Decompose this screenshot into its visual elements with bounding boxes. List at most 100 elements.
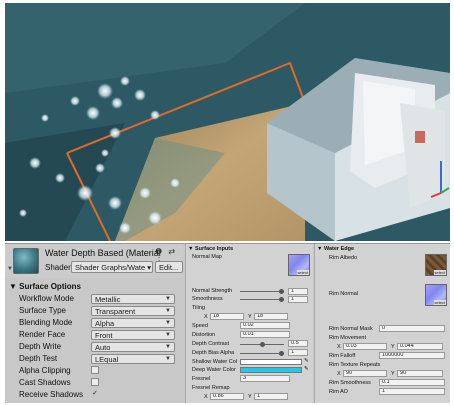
fresnel-remap-y-field[interactable]: 1 — [254, 393, 288, 400]
surface-options-title: Surface Options — [19, 282, 81, 291]
rim-ao-field[interactable]: 1 — [379, 388, 445, 395]
material-thumbnail — [13, 248, 39, 274]
speed-label: Speed — [192, 323, 208, 329]
eyedropper-icon[interactable]: ✎ — [304, 366, 309, 372]
foldout-arrow-icon: ▼ — [9, 282, 20, 291]
rim-texture-repeats-y-field[interactable]: 90 — [397, 370, 443, 377]
workflow-mode-dropdown[interactable]: Metallic ▼ — [91, 294, 175, 304]
checkmark-icon: ✓ — [92, 390, 98, 397]
surface-type-value: Transparent — [95, 307, 136, 316]
rim-movement-y-label: Y — [391, 344, 395, 350]
depth-bias-alpha-field[interactable]: 1 — [288, 349, 308, 356]
render-face-value: Front — [95, 331, 113, 340]
scene-view[interactable] — [5, 3, 450, 241]
tiling-y-field[interactable]: 18 — [254, 313, 288, 320]
rim-normal-slot[interactable]: select — [425, 284, 447, 306]
deep-color-swatch[interactable] — [240, 367, 302, 373]
rim-movement-x-label: X — [337, 344, 341, 350]
depth-test-label: Depth Test — [19, 354, 58, 363]
scene-render — [5, 3, 450, 241]
chevron-down-icon: ▼ — [165, 344, 171, 350]
chevron-down-icon: ▼ — [165, 308, 171, 314]
rim-movement-label: Rim Movement — [329, 335, 366, 341]
rim-falloff-field[interactable]: 1000000 — [379, 352, 445, 359]
tiling-x-field[interactable]: 18 — [210, 313, 244, 320]
surface-inputs-panel: ▼ Surface Inputs Normal Map select Norma… — [185, 244, 313, 403]
workflow-mode-label: Workflow Mode — [19, 294, 74, 303]
chevron-down-icon: ▼ — [165, 296, 171, 302]
select-badge[interactable]: select — [433, 270, 446, 275]
cast-shadows-label: Cast Shadows — [19, 378, 71, 387]
fresnel-remap-x-field[interactable]: 0.86 — [210, 393, 244, 400]
blending-mode-label: Blending Mode — [19, 318, 73, 327]
depth-write-dropdown[interactable]: Auto ▼ — [91, 342, 175, 352]
cast-shadows-checkbox[interactable] — [91, 378, 99, 386]
chevron-down-icon: ▼ — [165, 320, 171, 326]
shader-dropdown[interactable]: Shader Graphs/Wate ▾ — [71, 261, 153, 273]
depth-contrast-label: Depth Contrast — [192, 341, 229, 347]
depth-test-value: LEqual — [95, 355, 119, 364]
smoothness-field[interactable]: 1 — [288, 296, 308, 303]
depth-write-value: Auto — [95, 343, 111, 352]
rim-texture-repeats-x-label: X — [337, 371, 341, 377]
chevron-down-icon: ▼ — [165, 356, 171, 362]
depth-contrast-handle[interactable] — [259, 342, 265, 347]
rim-texture-repeats-x-field[interactable]: 90 — [343, 370, 387, 377]
blending-mode-dropdown[interactable]: Alpha ▼ — [91, 318, 175, 328]
alpha-clipping-label: Alpha Clipping — [19, 366, 71, 375]
water-edge-foldout[interactable]: ▼ Water Edge — [317, 246, 354, 252]
normal-strength-slider[interactable] — [240, 291, 284, 292]
rim-movement-x-field[interactable]: 0.03 — [343, 343, 387, 350]
collapse-triangle-icon[interactable]: ▼ — [7, 266, 13, 272]
alpha-clipping-checkbox[interactable] — [91, 366, 99, 374]
distortion-label: Distortion — [192, 332, 216, 338]
smoothness-handle[interactable] — [279, 297, 285, 302]
normal-strength-handle[interactable] — [279, 289, 285, 294]
normal-map-slot[interactable]: select — [288, 254, 310, 276]
eyedropper-icon[interactable]: ✎ — [304, 358, 309, 364]
normal-strength-field[interactable]: 1 — [288, 288, 308, 295]
surface-inputs-foldout[interactable]: ▼ Surface Inputs — [188, 246, 233, 252]
select-badge[interactable]: select — [433, 300, 446, 305]
depth-test-dropdown[interactable]: LEqual ▼ — [91, 354, 175, 364]
tiling-y-label: Y — [248, 314, 252, 320]
select-badge[interactable]: select — [296, 270, 309, 275]
rim-smoothness-field[interactable]: 0.1 — [379, 379, 445, 386]
rim-normal-mask-field[interactable]: 0 — [379, 325, 445, 332]
render-face-dropdown[interactable]: Front ▼ — [91, 330, 175, 340]
fresnel-label: Fresnel — [192, 376, 211, 382]
receive-shadows-checkbox[interactable]: ✓ — [91, 390, 99, 398]
tiling-label: Tiling — [192, 305, 205, 311]
surface-inputs-title: Surface Inputs — [194, 246, 234, 252]
rim-falloff-label: Rim Falloff — [329, 353, 356, 359]
rim-smoothness-label: Rim Smoothness — [329, 380, 371, 386]
depth-bias-alpha-slider[interactable] — [240, 353, 284, 354]
speed-field[interactable]: 0.02 — [240, 322, 290, 329]
smoothness-slider[interactable] — [240, 299, 284, 300]
workflow-mode-value: Metallic — [95, 295, 121, 304]
material-inspector: Water Depth Based (Material ❷ ⇄ ⋮ Shader… — [5, 243, 450, 403]
shallow-color-swatch[interactable] — [240, 359, 302, 365]
foldout-arrow-icon: ▼ — [317, 246, 324, 252]
fresnel-field[interactable]: 3 — [240, 375, 290, 382]
rim-ao-label: Rim AO — [329, 389, 348, 395]
edit-shader-button[interactable]: Edit... — [155, 261, 183, 273]
rim-albedo-label: Rim Albedo — [329, 255, 358, 261]
fresnel-remap-label: Fresnel Remap — [192, 385, 230, 391]
surface-type-dropdown[interactable]: Transparent ▼ — [91, 306, 175, 316]
surface-options-section: ▼ Surface Options Workflow Mode Metallic… — [5, 280, 183, 403]
depth-contrast-field[interactable]: 0.5 — [288, 340, 308, 347]
water-edge-title: Water Edge — [323, 246, 355, 252]
chevron-down-icon: ▼ — [165, 332, 171, 338]
surface-options-foldout[interactable]: ▼ Surface Options — [9, 282, 81, 291]
rim-texture-repeats-label: Rim Texture Repeats — [329, 362, 381, 368]
depth-bias-alpha-handle[interactable] — [279, 351, 285, 356]
shader-label: Shader — [45, 263, 71, 272]
depth-bias-alpha-label: Depth Bias Alpha — [192, 350, 235, 356]
material-header: Water Depth Based (Material ❷ ⇄ ⋮ Shader… — [5, 244, 183, 278]
rim-movement-y-field[interactable]: 0.044 — [397, 343, 443, 350]
distortion-field[interactable]: 0.01 — [240, 331, 290, 338]
rim-albedo-slot[interactable]: select — [425, 254, 447, 276]
foldout-arrow-icon: ▼ — [188, 246, 195, 252]
material-title: Water Depth Based (Material — [45, 248, 161, 258]
